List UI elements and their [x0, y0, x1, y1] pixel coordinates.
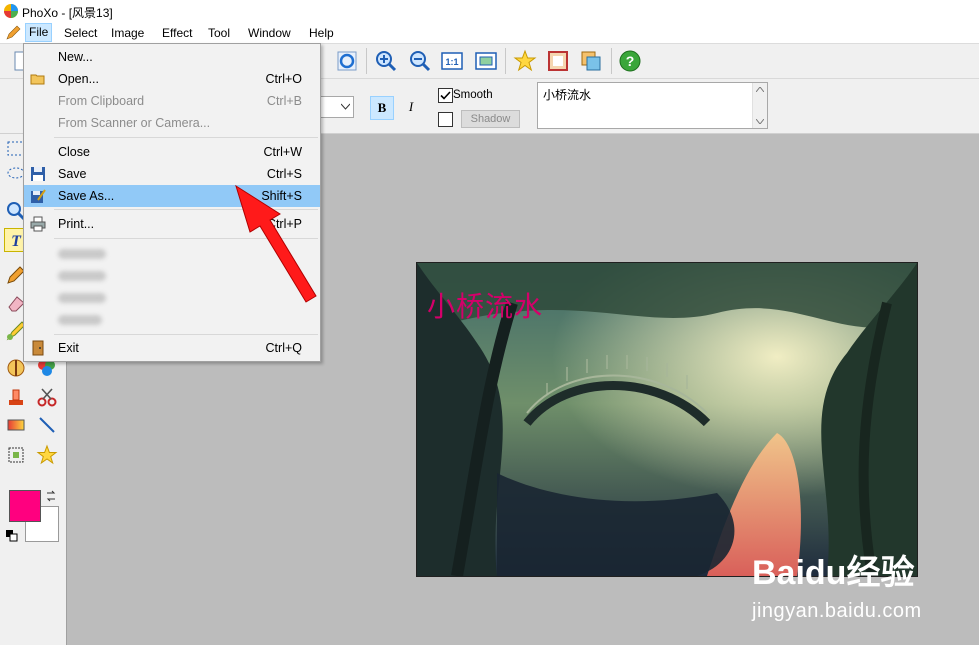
- menu-image[interactable]: Image: [108, 25, 147, 41]
- refresh-icon[interactable]: [335, 49, 359, 73]
- menu-item-exit[interactable]: Exit Ctrl+Q: [24, 337, 320, 359]
- font-size-select[interactable]: [320, 96, 354, 118]
- red-arrow-annotation: [235, 184, 317, 303]
- landscape-photo[interactable]: 小桥流水: [416, 262, 918, 577]
- recent-file-4[interactable]: [58, 315, 102, 325]
- recent-file-3[interactable]: [58, 293, 106, 303]
- printer-icon: [30, 216, 46, 232]
- chevron-down-icon: [341, 103, 350, 110]
- smooth-checkbox[interactable]: [438, 88, 453, 103]
- menu-window[interactable]: Window: [245, 25, 294, 41]
- scroll-up-icon[interactable]: [756, 87, 764, 92]
- menu-bar: File Select Image Effect Tool Window Hel…: [0, 22, 979, 44]
- shadow-checkbox[interactable]: [438, 112, 453, 127]
- menu-item-from-scanner[interactable]: From Scanner or Camera...: [24, 112, 320, 134]
- checkmark-icon: [440, 91, 451, 100]
- scissors-icon[interactable]: [36, 386, 58, 408]
- smooth-label: Smooth: [453, 89, 493, 101]
- shadow-button[interactable]: Shadow: [461, 110, 520, 128]
- bold-button[interactable]: B: [370, 96, 394, 120]
- recent-file-2[interactable]: [58, 271, 106, 281]
- scroll-down-icon[interactable]: [756, 119, 764, 124]
- foreground-color-swatch[interactable]: [9, 490, 41, 522]
- menu-item-from-clipboard[interactable]: From Clipboard Ctrl+B: [24, 90, 320, 112]
- star-icon[interactable]: [513, 49, 537, 73]
- window-title: PhoXo - [风景13]: [22, 6, 113, 20]
- phoxo-logo-icon: [4, 4, 18, 18]
- watermark-url: jingyan.baidu.com: [752, 600, 922, 622]
- shape-star-icon[interactable]: [36, 444, 58, 466]
- text-input-value: 小桥流水: [543, 88, 592, 102]
- menu-separator: [54, 334, 318, 335]
- svg-text:T: T: [11, 233, 22, 250]
- title-bar: PhoXo - [风景13]: [0, 0, 979, 22]
- svg-text:?: ?: [626, 53, 635, 69]
- recent-file-1[interactable]: [58, 249, 106, 259]
- menu-separator: [54, 137, 318, 138]
- folder-open-icon: [30, 74, 45, 85]
- gradient-tool-icon[interactable]: [5, 414, 27, 436]
- swap-colors-icon[interactable]: [45, 490, 57, 502]
- zoom-in-icon[interactable]: [374, 49, 398, 73]
- menu-help[interactable]: Help: [306, 25, 337, 41]
- text-scrollbar[interactable]: [752, 83, 767, 128]
- svg-text:1:1: 1:1: [445, 57, 458, 67]
- watermark-brand: Baidu经验: [752, 554, 915, 592]
- floppy-disk-icon: [31, 167, 45, 181]
- menu-item-close[interactable]: Close Ctrl+W: [24, 141, 320, 163]
- overlay-text[interactable]: 小桥流水: [427, 285, 543, 325]
- help-icon[interactable]: ?: [618, 49, 642, 73]
- exit-door-icon: [32, 340, 44, 356]
- zoom-out-icon[interactable]: [408, 49, 432, 73]
- layers-icon[interactable]: [579, 49, 603, 73]
- default-colors-icon[interactable]: [6, 530, 18, 542]
- menu-item-open[interactable]: Open... Ctrl+O: [24, 68, 320, 90]
- baidu-watermark: Baidu经验: [752, 545, 914, 594]
- text-input[interactable]: 小桥流水: [537, 82, 768, 129]
- stamp-tool-icon[interactable]: [5, 386, 27, 408]
- menu-effect[interactable]: Effect: [159, 25, 195, 41]
- pencil-icon: [6, 25, 21, 40]
- save-as-icon: [31, 189, 46, 203]
- menu-tool[interactable]: Tool: [205, 25, 233, 41]
- italic-button[interactable]: I: [400, 96, 422, 118]
- transform-tool-icon[interactable]: [5, 444, 27, 466]
- menu-item-new[interactable]: New...: [24, 46, 320, 68]
- menu-file[interactable]: File: [25, 23, 53, 42]
- menu-select[interactable]: Select: [61, 25, 100, 41]
- frame-icon[interactable]: [546, 49, 570, 73]
- actual-size-icon[interactable]: 1:1: [440, 49, 464, 73]
- line-tool-icon[interactable]: [36, 414, 58, 436]
- fit-window-icon[interactable]: [474, 49, 498, 73]
